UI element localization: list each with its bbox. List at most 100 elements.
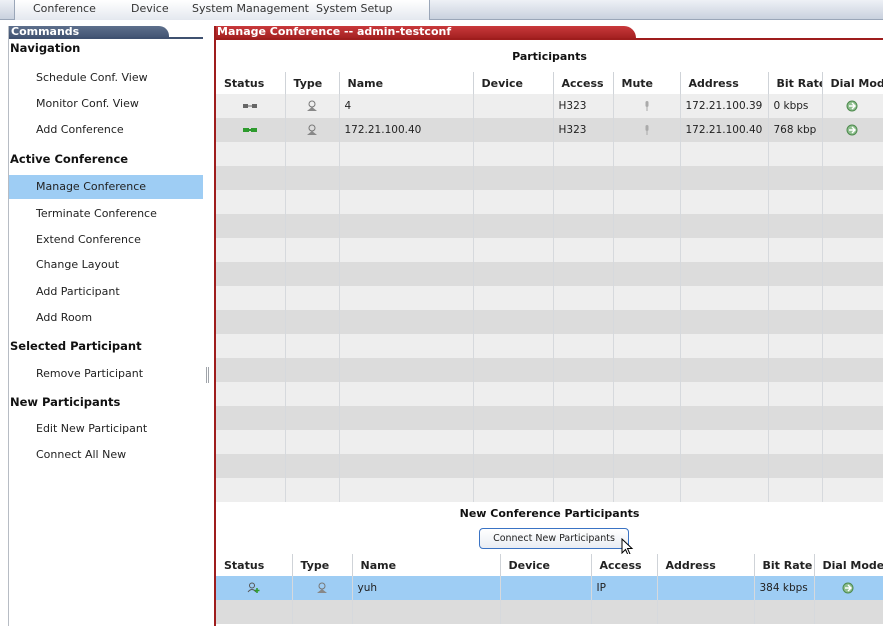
nav-connect-all-new[interactable]: Connect All New [9,443,204,467]
empty-cell [216,238,286,262]
nav-add-participant[interactable]: Add Participant [9,280,204,304]
commands-header: Commands [9,25,204,39]
empty-cell [613,214,681,238]
table-row[interactable]: 4 H323 172.21.100.39 0 kbps [216,94,883,118]
empty-cell [216,334,286,358]
empty-cell [613,286,681,310]
table-row[interactable] [216,600,883,624]
nav-monitor-conf-view[interactable]: Monitor Conf. View [9,92,204,116]
menu-system-management[interactable]: System Management [192,0,309,20]
connect-new-participants-button[interactable]: Connect New Participants [479,528,629,549]
empty-cell [680,262,769,286]
table-row[interactable]: yuh IP 384 kbps [216,576,883,600]
col-name[interactable]: Name [352,554,501,576]
col-type[interactable]: Type [292,554,353,576]
access-cell: H323 [553,118,614,142]
empty-cell [822,286,883,310]
dial-out-icon [846,100,858,112]
col-address[interactable]: Address [657,554,755,576]
empty-cell [613,262,681,286]
empty-cell [680,454,769,478]
empty-cell [339,166,474,190]
new-participants-title: New Conference Participants [459,507,640,520]
empty-row [216,166,883,190]
empty-cell [216,214,286,238]
empty-row [216,286,883,310]
col-bitrate[interactable]: Bit Rate [754,554,815,576]
nav-add-room[interactable]: Add Room [9,306,204,330]
empty-row [216,262,883,286]
col-mute[interactable]: Mute [613,72,681,94]
empty-cell [473,406,554,430]
empty-cell [473,190,554,214]
empty-row [216,454,883,478]
mute-cell[interactable] [613,94,681,118]
empty-cell [216,406,286,430]
empty-cell [473,454,554,478]
empty-cell [339,334,474,358]
col-access[interactable]: Access [553,72,614,94]
empty-cell [339,454,474,478]
status-cell [216,118,286,142]
empty-cell [768,430,823,454]
col-type[interactable]: Type [285,72,340,94]
empty-cell [680,190,769,214]
panel-splitter[interactable] [203,26,214,626]
menu-system-setup[interactable]: System Setup [316,0,393,20]
nav-terminate-conference[interactable]: Terminate Conference [9,202,204,226]
empty-cell [680,166,769,190]
empty-cell [613,310,681,334]
empty-cell [768,262,823,286]
empty-cell [553,334,614,358]
section-new-participants: New Participants [10,395,121,409]
empty-row [216,358,883,382]
col-dial-mode[interactable]: Dial Mod [822,72,883,94]
empty-cell [339,238,474,262]
nav-edit-new-participant[interactable]: Edit New Participant [9,417,204,441]
microphone-icon[interactable] [644,125,650,135]
col-bitrate[interactable]: Bit Rate [768,72,823,94]
empty-row [216,430,883,454]
empty-row [216,382,883,406]
col-status[interactable]: Status [216,554,293,576]
menu-device[interactable]: Device [131,0,169,20]
empty-cell [768,478,823,502]
nav-extend-conference[interactable]: Extend Conference [9,228,204,252]
empty-cell [553,142,614,166]
nav-add-conference[interactable]: Add Conference [9,118,204,142]
empty-cell [473,262,554,286]
empty-cell [553,430,614,454]
col-status[interactable]: Status [216,72,286,94]
nav-manage-conference[interactable]: Manage Conference [9,175,204,199]
empty-cell [822,214,883,238]
microphone-icon[interactable] [644,101,650,111]
col-device[interactable]: Device [473,72,554,94]
splitter-grip-icon[interactable] [206,367,210,383]
empty-cell [285,142,340,166]
nav-remove-participant[interactable]: Remove Participant [9,362,204,386]
nav-schedule-conf-view[interactable]: Schedule Conf. View [9,66,204,90]
empty-cell [613,358,681,382]
col-access[interactable]: Access [591,554,658,576]
name-cell: yuh [352,576,501,600]
device-cell [473,118,554,142]
mute-cell[interactable] [613,118,681,142]
table-row[interactable]: 172.21.100.40 H323 172.21.100.40 768 kbp [216,118,883,142]
nav-change-layout[interactable]: Change Layout [9,253,204,277]
menu-conference[interactable]: Conference [33,0,96,20]
empty-cell [285,286,340,310]
col-address[interactable]: Address [680,72,769,94]
empty-cell [473,358,554,382]
empty-cell [822,358,883,382]
col-device[interactable]: Device [500,554,592,576]
empty-cell [822,454,883,478]
empty-cell [822,478,883,502]
status-cell [216,576,293,600]
empty-cell [768,358,823,382]
col-name[interactable]: Name [339,72,474,94]
empty-cell [768,334,823,358]
empty-cell [822,430,883,454]
empty-cell [339,190,474,214]
empty-cell [553,262,614,286]
col-dial-mode[interactable]: Dial Mode [814,554,883,576]
